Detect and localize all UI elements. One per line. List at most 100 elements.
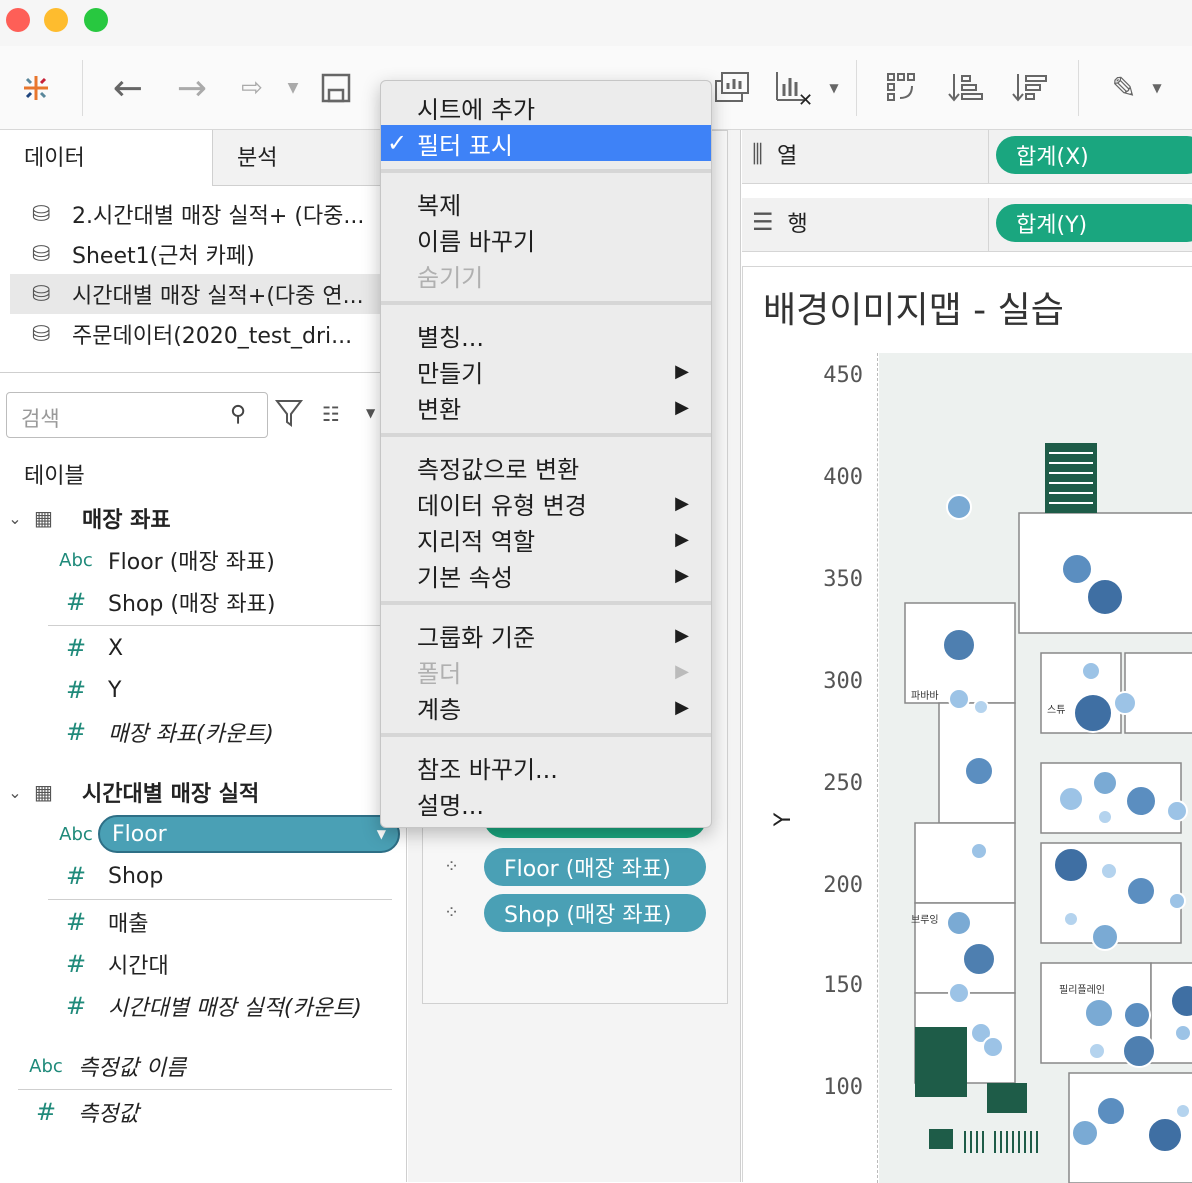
view-list-icon[interactable]: ☷ xyxy=(322,402,340,426)
save-icon[interactable] xyxy=(316,66,356,110)
data-pane: 데이터 분석 ⛁ 2.시간대별 매장 실적+ (다중... ⛁ Sheet1(근처 … xyxy=(0,130,407,1182)
tab-data[interactable]: 데이터 xyxy=(0,130,212,186)
menu-item-replace-references[interactable]: 참조 바꾸기... xyxy=(381,749,711,785)
data-mark xyxy=(1123,1001,1151,1029)
back-icon[interactable]: ← xyxy=(104,66,152,110)
pill-dropdown-icon[interactable]: ▼ xyxy=(377,827,386,841)
chevron-down-icon[interactable]: ⌄ xyxy=(0,509,30,528)
table-header-store-coords[interactable]: ⌄ ▦ 매장 좌표 xyxy=(0,496,170,540)
submenu-arrow-icon: ▶ xyxy=(675,492,689,514)
datasource-item[interactable]: ⛁ Sheet1(근처 카페) xyxy=(0,234,380,274)
view-dropdown-icon[interactable]: ▼ xyxy=(366,406,375,420)
string-type-icon: Abc xyxy=(29,1055,63,1077)
close-window-button[interactable] xyxy=(6,8,30,32)
menu-item-hide: 숨기기 xyxy=(417,263,484,292)
measure-values-field[interactable]: # 측정값 xyxy=(26,1091,139,1133)
field-item[interactable]: # Y xyxy=(56,669,122,711)
datasource-item[interactable]: ⛁ 2.시간대별 매장 실적+ (다중... xyxy=(0,194,380,234)
highlight-dropdown-icon[interactable]: ▼ xyxy=(1148,66,1166,110)
zoom-window-button[interactable] xyxy=(84,8,108,32)
sheet-title: 배경이미지맵 - 실습 xyxy=(763,290,1064,331)
submenu-arrow-icon: ▶ xyxy=(675,624,689,646)
menu-item-group-by[interactable]: 그룹화 기준 ▶ xyxy=(381,617,711,653)
marks-pill-shop[interactable]: Shop (매장 좌표) xyxy=(484,894,706,932)
table-icon: ▦ xyxy=(34,780,53,804)
menu-item-transform[interactable]: 변환 ▶ xyxy=(381,389,711,425)
field-item[interactable]: # 시간대 xyxy=(56,943,169,985)
number-type-icon: # xyxy=(65,992,87,1020)
measure-names-field[interactable]: Abc 측정값 이름 xyxy=(26,1045,186,1087)
rows-pill[interactable]: 합계(Y) xyxy=(996,204,1192,242)
columns-icon: ⫼ xyxy=(752,140,764,168)
data-mark xyxy=(1147,1117,1183,1153)
field-item[interactable]: Abc Floor (매장 좌표) xyxy=(56,539,275,581)
data-mark xyxy=(1168,892,1186,910)
menu-item-describe[interactable]: 설명... xyxy=(381,785,711,821)
rows-shelf: ☰ 행 합계(Y) xyxy=(742,198,1192,252)
menu-item-hierarchy[interactable]: 계층 ▶ xyxy=(381,689,711,725)
data-mark xyxy=(1071,1119,1099,1147)
redo-icon[interactable]: ⇨ xyxy=(230,66,274,110)
chart-icon[interactable] xyxy=(712,66,752,110)
menu-item-show-filter[interactable]: ✓ 필터 표시 xyxy=(381,125,711,161)
data-mark xyxy=(1126,876,1156,906)
y-axis-line xyxy=(877,353,878,1183)
sort-desc-icon[interactable] xyxy=(1008,66,1052,110)
dropdown-icon[interactable]: ▼ xyxy=(282,66,304,110)
datasource-item[interactable]: ⛁ 주문데이터(2020_test_dri... xyxy=(0,314,380,354)
clear-sheet-icon[interactable]: ✕ xyxy=(772,66,816,110)
number-type-icon: # xyxy=(65,718,87,746)
string-type-icon: Abc xyxy=(59,549,93,571)
data-mark xyxy=(962,942,996,976)
swap-icon[interactable] xyxy=(882,66,922,110)
menu-item-geographic-role[interactable]: 지리적 역할 ▶ xyxy=(381,521,711,557)
menu-item-aliases[interactable]: 별칭... xyxy=(381,317,711,353)
data-mark xyxy=(1073,693,1113,733)
field-item[interactable]: # Shop (매장 좌표) xyxy=(56,581,276,623)
worksheet-view: 배경이미지맵 - 실습 450 400 350 300 250 200 150 … xyxy=(742,266,1192,1183)
filter-icon[interactable] xyxy=(274,396,304,434)
number-type-icon: # xyxy=(65,634,87,662)
detail-icon: ⁘ xyxy=(444,856,460,877)
table-header-hourly-sales[interactable]: ⌄ ▦ 시간대별 매장 실적 xyxy=(0,770,259,814)
menu-item-rename[interactable]: 이름 바꾸기 xyxy=(381,221,711,257)
menu-item-folders: 폴더 ▶ xyxy=(417,659,689,688)
chevron-down-icon[interactable]: ⌄ xyxy=(0,783,30,802)
tableau-logo-icon[interactable] xyxy=(14,66,58,110)
menu-item-duplicate[interactable]: 복제 xyxy=(381,185,711,221)
submenu-arrow-icon: ▶ xyxy=(675,564,689,586)
data-mark xyxy=(1170,984,1192,1018)
field-item[interactable]: # X xyxy=(56,627,123,669)
y-tick: 450 xyxy=(823,363,863,388)
field-item[interactable]: # 시간대별 매장 실적(카운트) xyxy=(56,985,362,1027)
field-item-selected[interactable]: Abc Floor ▼ xyxy=(56,813,400,855)
data-mark xyxy=(1113,691,1137,715)
y-tick: 150 xyxy=(823,973,863,998)
submenu-arrow-icon: ▶ xyxy=(675,696,689,718)
data-mark xyxy=(1125,785,1157,817)
field-item[interactable]: # Shop xyxy=(56,855,163,897)
menu-item-convert-to-measure[interactable]: 측정값으로 변환 xyxy=(381,449,711,485)
field-context-menu: 시트에 추가 ✓ 필터 표시 복제 이름 바꾸기 숨기기 별칭... 만들기 ▶ 변… xyxy=(380,80,712,828)
search-input[interactable]: 검색 xyxy=(6,392,268,438)
datasource-item-selected[interactable]: ⛁ 시간대별 매장 실적+(다중 연... xyxy=(10,274,380,314)
tab-analysis[interactable]: 분석 xyxy=(212,130,407,186)
marks-pill-floor[interactable]: Floor (매장 좌표) xyxy=(484,848,706,886)
floor-field-pill[interactable]: Floor ▼ xyxy=(98,815,400,853)
database-icon: ⛁ xyxy=(32,241,51,267)
highlight-icon[interactable]: ✎ xyxy=(1106,66,1142,110)
field-item[interactable]: # 매출 xyxy=(56,901,149,943)
field-item[interactable]: # 매장 좌표(카운트) xyxy=(56,711,274,753)
minimize-window-button[interactable] xyxy=(44,8,68,32)
forward-icon[interactable]: → xyxy=(168,66,216,110)
data-mark xyxy=(970,842,988,860)
number-type-icon: # xyxy=(35,1098,57,1126)
rows-icon: ☰ xyxy=(752,208,774,236)
sort-asc-icon[interactable] xyxy=(944,66,988,110)
clear-dropdown-icon[interactable]: ▼ xyxy=(826,66,842,110)
menu-item-change-data-type[interactable]: 데이터 유형 변경 ▶ xyxy=(381,485,711,521)
menu-item-add-to-sheet[interactable]: 시트에 추가 xyxy=(381,89,711,125)
menu-item-create[interactable]: 만들기 ▶ xyxy=(381,353,711,389)
columns-pill[interactable]: 합계(X) xyxy=(996,136,1192,174)
menu-item-default-properties[interactable]: 기본 속성 ▶ xyxy=(381,557,711,593)
